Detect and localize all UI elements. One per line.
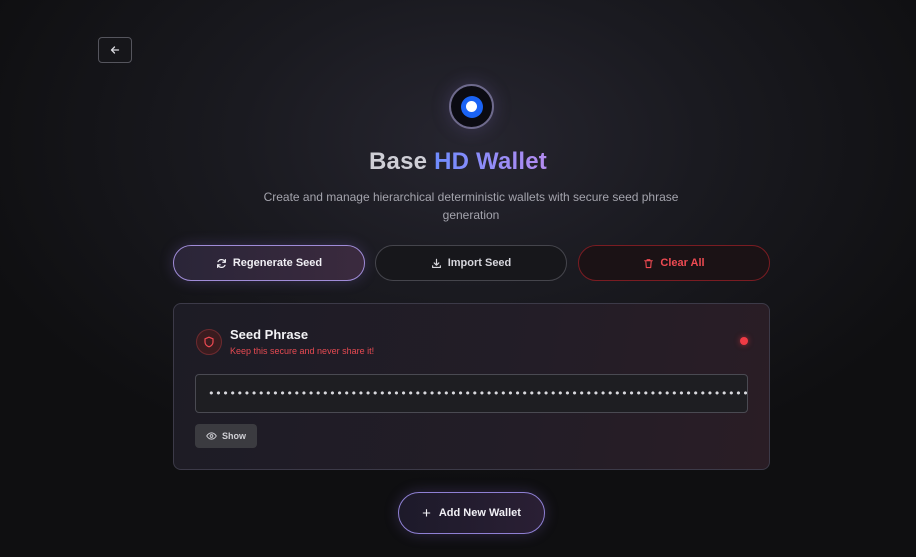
clear-all-button[interactable]: Clear All — [578, 245, 770, 281]
seed-phrase-warning: Keep this secure and never share it! — [230, 346, 375, 356]
show-seed-button[interactable]: Show — [195, 424, 257, 448]
seed-phrase-card: Seed Phrase Keep this secure and never s… — [173, 303, 770, 470]
add-new-wallet-button[interactable]: + Add New Wallet — [398, 492, 545, 534]
seed-phrase-field[interactable]: ••••••••••••••••••••••••••••••••••••••••… — [195, 374, 748, 413]
add-new-wallet-label: Add New Wallet — [438, 507, 521, 519]
status-indicator — [740, 337, 748, 345]
refresh-icon — [216, 258, 226, 268]
plus-icon: + — [422, 504, 431, 522]
seed-phrase-title: Seed Phrase — [230, 327, 309, 342]
shield-icon — [196, 329, 222, 355]
title-accent: HD Wallet — [434, 148, 547, 175]
title-plain: Base — [369, 148, 428, 175]
regenerate-seed-label: Regenerate Seed — [232, 257, 323, 269]
regenerate-seed-button[interactable]: Regenerate Seed — [173, 245, 365, 281]
base-logo-icon — [449, 84, 494, 129]
arrow-left-icon — [110, 46, 120, 54]
trash-icon — [644, 258, 654, 268]
eye-icon — [206, 432, 217, 440]
back-button[interactable] — [98, 37, 132, 63]
page-title: Base HD Wallet — [0, 148, 916, 176]
page-subtitle: Create and manage hierarchical determini… — [263, 190, 679, 222]
import-seed-label: Import Seed — [447, 257, 512, 269]
clear-all-label: Clear All — [660, 257, 705, 269]
show-seed-label: Show — [222, 431, 246, 441]
download-icon — [431, 258, 441, 268]
import-seed-button[interactable]: Import Seed — [375, 245, 567, 281]
